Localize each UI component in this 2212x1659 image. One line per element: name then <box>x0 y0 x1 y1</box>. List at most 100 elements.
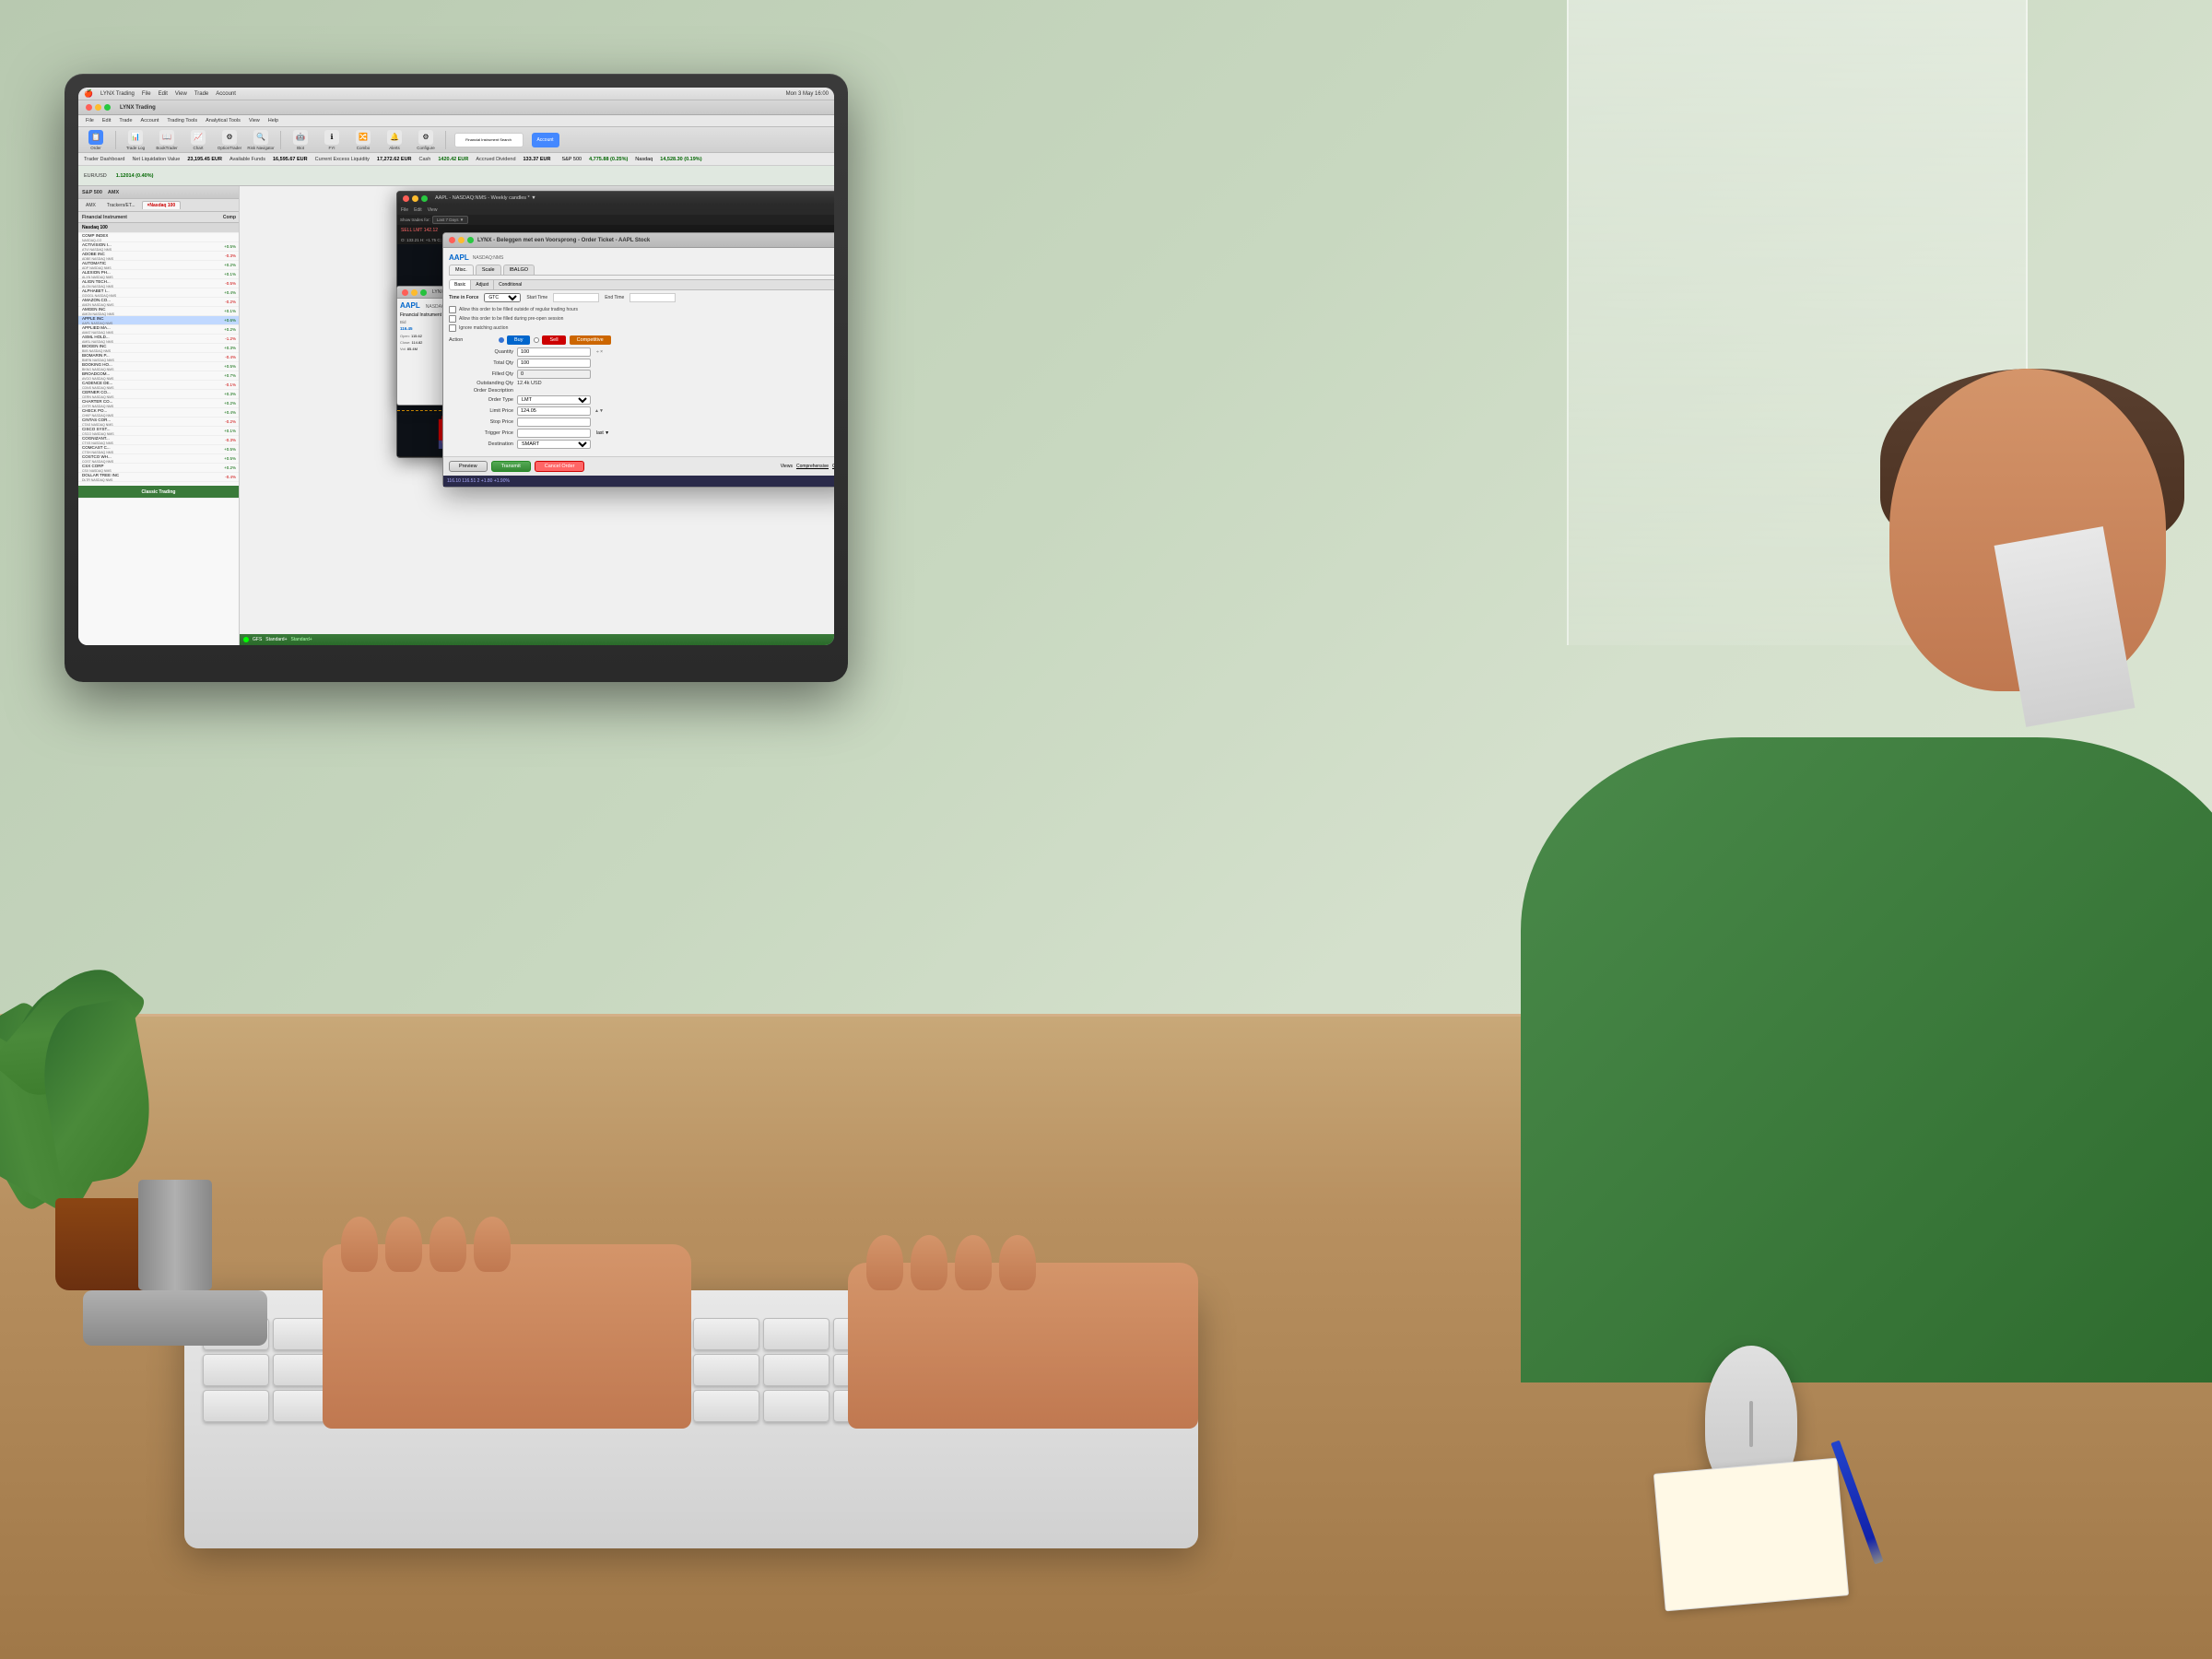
table-row[interactable]: BIOMARIN P...BMRN NASDAQ NMS -0.4% <box>78 353 239 362</box>
total-qty-input[interactable] <box>517 359 591 368</box>
limit-price-input[interactable] <box>517 406 591 416</box>
table-row[interactable]: ASML HOLD...AMSL NASDAQ NMS -1.2% <box>78 335 239 344</box>
order-type-select[interactable]: LMT MKT STP <box>517 395 591 405</box>
sell-radio[interactable] <box>534 337 539 343</box>
table-row[interactable]: CERNER CO...CERN NASDAQ NMS +0.3% <box>78 390 239 399</box>
toolbar-btn-tradelog[interactable]: 📊 Trade Log <box>122 130 149 150</box>
menu-edit[interactable]: Edit <box>99 117 114 124</box>
table-row[interactable]: CINTAS COR...CTAS NASDAQ NMS -0.2% <box>78 418 239 427</box>
maximize-button[interactable] <box>104 104 111 111</box>
table-row[interactable]: AMGEN INCAMGN NASDAQ NMS +0.1% <box>78 307 239 316</box>
end-time-input[interactable] <box>629 293 676 302</box>
table-row[interactable]: BIOGEN INCBIIB NASDAQ NMS +0.3% <box>78 344 239 353</box>
table-row[interactable]: APPLIED MA...AMAT NASDAQ NMS +0.2% <box>78 325 239 335</box>
trigger-type-select-placeholder[interactable]: last ▼ <box>596 430 609 436</box>
chart-menu-edit[interactable]: Edit <box>414 207 422 213</box>
transmit-button[interactable]: Transmit <box>491 461 531 472</box>
toolbar-btn-booktrader[interactable]: 📖 BookTrader <box>153 130 181 150</box>
tif-select[interactable]: GTC DAY IOC <box>484 293 521 302</box>
mac-menu-view[interactable]: View <box>175 91 187 97</box>
menu-view[interactable]: View <box>245 117 264 124</box>
destination-select[interactable]: SMART NYSE NASDAQ <box>517 440 591 449</box>
table-row[interactable]: AMAZON.CO...AMZN NASDAQ NMS -0.2% <box>78 298 239 307</box>
sell-button[interactable]: Sell <box>542 335 565 345</box>
menu-analytical-tools[interactable]: Analytical Tools <box>202 117 244 124</box>
chart-max-btn[interactable] <box>421 195 428 202</box>
stop-price-input[interactable] <box>517 418 591 427</box>
start-time-input[interactable] <box>553 293 599 302</box>
checkbox-outside-hours[interactable] <box>449 306 456 313</box>
tab-nasdaq100[interactable]: ×Nasdaq 100 <box>142 201 182 209</box>
menu-trading-tools[interactable]: Trading Tools <box>163 117 201 124</box>
close-button[interactable] <box>86 104 92 111</box>
quote-close-btn[interactable] <box>402 289 408 296</box>
tab-amx[interactable]: AMX <box>81 202 100 209</box>
toolbar-btn-ibot[interactable]: 🤖 IBot <box>287 130 314 150</box>
table-row[interactable]: ALIGN TECH...ALGN NASDAQ NMS -0.5% <box>78 279 239 288</box>
preview-button[interactable]: Preview <box>449 461 488 472</box>
toolbar-account[interactable]: Account <box>529 133 561 147</box>
order-close-btn[interactable] <box>449 237 455 243</box>
comprehensive-link[interactable]: Comprehensive <box>796 464 829 469</box>
toolbar-btn-order[interactable]: 📋 Order <box>82 130 110 150</box>
order-inner-tab-conditional[interactable]: Conditional <box>494 280 526 289</box>
toolbar-btn-optiontrader[interactable]: ⚙ OptionTrader <box>216 130 243 150</box>
table-row[interactable]: CHECK PO...CHKP NASDAQ NMS +0.4% <box>78 408 239 418</box>
menu-file[interactable]: File <box>82 117 98 124</box>
minimize-button[interactable] <box>95 104 101 111</box>
order-min-btn[interactable] <box>458 237 465 243</box>
toolbar-btn-combo[interactable]: 🔀 Combo <box>349 130 377 150</box>
chart-min-btn[interactable] <box>412 195 418 202</box>
order-tab-ibalgo[interactable]: IBALGO <box>503 265 535 275</box>
order-inner-tab-adjust[interactable]: Adjust <box>471 280 494 289</box>
sp500-tab[interactable]: S&P 500 <box>82 190 102 195</box>
chart-menu-file[interactable]: File <box>401 207 408 213</box>
mac-menu-file[interactable]: File <box>142 91 151 97</box>
quote-min-btn[interactable] <box>411 289 418 296</box>
order-tab-misc[interactable]: Misc. <box>449 265 474 275</box>
table-row[interactable]: AUTOMATICADP NASDAQ NMS +0.2% <box>78 261 239 270</box>
table-row[interactable]: BROADCOM...AVGO NASDAQ NMS +0.7% <box>78 371 239 381</box>
toolbar-btn-chart[interactable]: 📈 Chart <box>184 130 212 150</box>
toolbar-btn-alerts[interactable]: 🔔 Alerts <box>381 130 408 150</box>
table-row[interactable]: CISCO SYST...CSCO NASDAQ NMS +0.1% <box>78 427 239 436</box>
competitive-button[interactable]: Competitive <box>570 335 611 345</box>
quantity-input[interactable] <box>517 347 591 357</box>
toolbar-financial-search[interactable]: Financial Instrument Search <box>452 133 525 147</box>
tab-trackers[interactable]: Trackers/ET... <box>102 202 140 209</box>
amx-tab[interactable]: AMX <box>108 190 119 195</box>
menu-account[interactable]: Account <box>137 117 163 124</box>
toolbar-btn-fyi[interactable]: ℹ FYI <box>318 130 346 150</box>
order-inner-tab-basic[interactable]: Basic <box>450 280 471 289</box>
table-row[interactable]: ALEXION PH...ALXN NASDAQ NMS +0.1% <box>78 270 239 279</box>
table-row[interactable]: COMP INDEXNASDAQ-CO <box>78 233 239 242</box>
cancel-order-button[interactable]: Cancel Order <box>535 461 585 472</box>
trigger-price-input[interactable] <box>517 429 591 438</box>
table-row[interactable]: COGNIZANT...CTXS NASDAQ NMS -0.3% <box>78 436 239 445</box>
buy-radio[interactable] <box>499 337 504 343</box>
table-row[interactable]: CHARTER CO...CHTR NASDAQ NMS +0.2% <box>78 399 239 408</box>
chart-menu-view[interactable]: View <box>428 207 438 213</box>
menu-trade[interactable]: Trade <box>115 117 135 124</box>
table-row[interactable]: BOOKING HO...BKNG NASDAQ NMS +0.5% <box>78 362 239 371</box>
menu-help[interactable]: Help <box>265 117 282 124</box>
table-row[interactable]: ADOBE INCADBE NASDAQ NMS -0.3% <box>78 252 239 261</box>
toolbar-btn-risk[interactable]: 🔍 Risk Navigator <box>247 130 275 150</box>
table-row[interactable]: COSTCO WH...COST NASDAQ NMS +0.5% <box>78 454 239 464</box>
table-row[interactable]: CSX CORPCSX NASDAQ NMS +0.2% <box>78 464 239 473</box>
table-row[interactable]: ACTIVISION I...ATVI NASDAQ NMS +0.5% <box>78 242 239 252</box>
table-row[interactable]: COMCAST C...CTSH NASDAQ NMS +0.5% <box>78 445 239 454</box>
stock-list[interactable]: Nasdaq 100 COMP INDEXNASDAQ-CO ACTIVISIO… <box>78 223 239 645</box>
order-tab-scale[interactable]: Scale <box>476 265 501 275</box>
chart-timeperiod-select[interactable]: Last 7 Days ▼ <box>432 216 468 224</box>
table-row[interactable]: CADENCE DE...CDNS NASDAQ NMS -0.1% <box>78 381 239 390</box>
checkbox-preopen[interactable] <box>449 315 456 323</box>
mac-menu-account[interactable]: Account <box>216 91 236 97</box>
table-row[interactable]: ALPHABET I...GOOGL NASDAQ NMS +0.4% <box>78 288 239 298</box>
table-row[interactable]: DOLLAR TREE INCDLTR NASDAQ NMS -0.4% <box>78 473 239 482</box>
classic-trading-btn[interactable]: Classic Trading <box>78 486 239 499</box>
compact-link[interactable]: Compact <box>832 464 834 469</box>
checkbox-ignore-auction[interactable] <box>449 324 456 332</box>
mac-menu-edit[interactable]: Edit <box>159 91 168 97</box>
quote-max-btn[interactable] <box>420 289 427 296</box>
